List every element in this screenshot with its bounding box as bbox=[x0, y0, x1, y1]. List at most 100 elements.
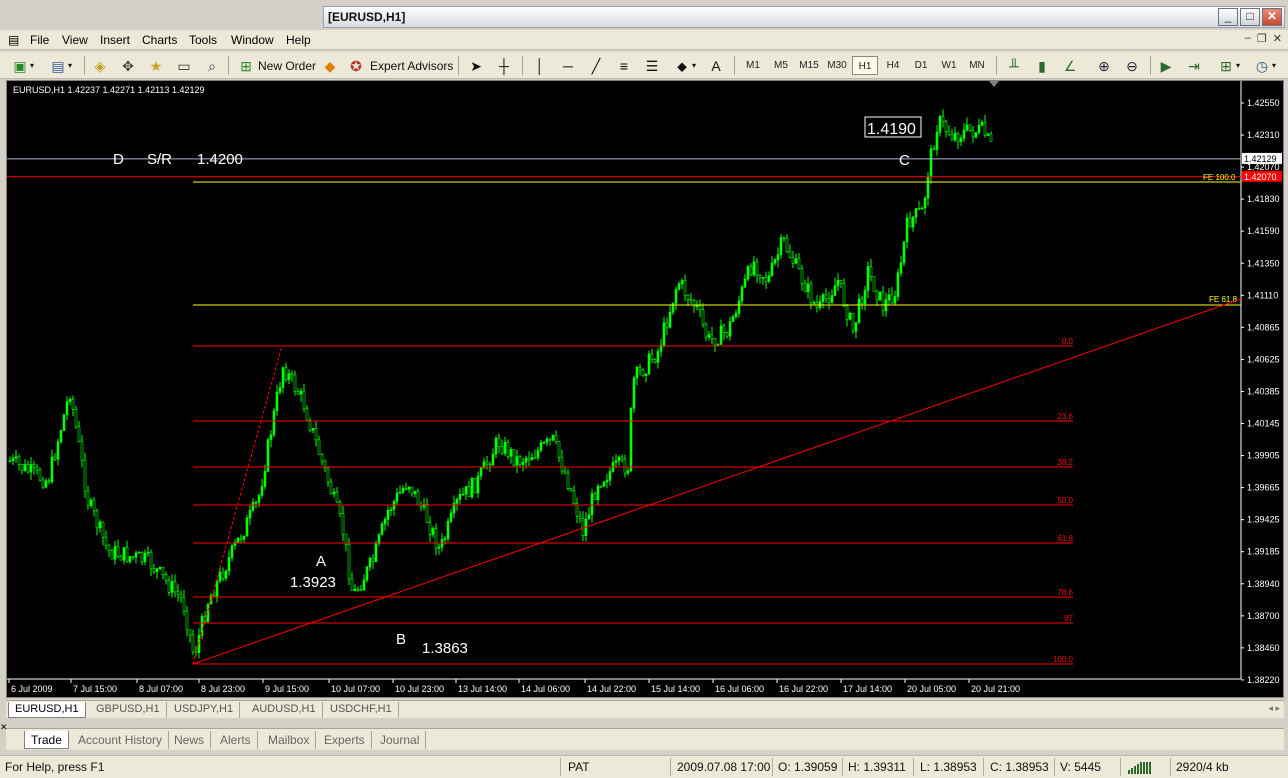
symbol-tab-audusd[interactable]: AUDUSD,H1 bbox=[246, 702, 323, 718]
navigator-icon[interactable]: ✥ bbox=[118, 55, 138, 76]
fibonacci-icon[interactable]: ☰ bbox=[642, 55, 662, 76]
equidistant-channel-icon[interactable]: ≡ bbox=[614, 55, 634, 76]
trendline-icon[interactable]: ╱ bbox=[586, 55, 606, 76]
timeframe-mn[interactable]: MN bbox=[964, 56, 990, 75]
symbol-tab-usdjpy[interactable]: USDJPY,H1 bbox=[168, 702, 241, 718]
time-label: 7 Jul 15:00 bbox=[73, 684, 117, 694]
candle-body bbox=[650, 353, 654, 360]
line-chart-icon[interactable]: ∠ bbox=[1060, 55, 1080, 76]
annotation-b-price: 1.3863 bbox=[422, 640, 468, 657]
cursor-icon[interactable]: ➤ bbox=[466, 55, 486, 76]
price-label: 1.40625 bbox=[1247, 354, 1280, 364]
market-watch-icon[interactable]: ◈ bbox=[90, 55, 110, 76]
chart-shift-marker bbox=[989, 81, 999, 87]
close-button[interactable]: ✕ bbox=[1262, 8, 1282, 26]
profiles-icon[interactable]: ▤ ▾ bbox=[48, 55, 72, 76]
strategy-tester-icon[interactable]: ⌕ bbox=[202, 55, 222, 76]
candle-body bbox=[671, 302, 675, 313]
indicators-icon[interactable]: ⊞ ▾ bbox=[1216, 55, 1240, 76]
terminal-icon[interactable]: ▭ bbox=[174, 55, 194, 76]
tab-mailbox[interactable]: Mailbox bbox=[262, 731, 317, 749]
metaeditor-icon[interactable]: ◆ bbox=[320, 55, 340, 76]
crosshair-icon[interactable]: ┼ bbox=[494, 55, 514, 76]
favorites-icon[interactable]: ★ bbox=[146, 55, 166, 76]
tab-experts[interactable]: Experts bbox=[318, 731, 372, 749]
symbol-tab-eurusd[interactable]: EURUSD,H1 bbox=[8, 702, 86, 718]
main-toolbar: ▣ ▾ ▤ ▾ ◈ ✥ ★ ▭ ⌕ ⊞ New Order ◆ ✪ Expert Adv… bbox=[0, 52, 1288, 79]
candle-body bbox=[275, 391, 279, 411]
candle-body bbox=[500, 446, 504, 454]
mt4-app: [EURUSD,H1] _ □ ✕ ▤ File View Insert Cha… bbox=[0, 0, 1288, 778]
menu-charts[interactable]: Charts bbox=[142, 33, 177, 47]
menu-help[interactable]: Help bbox=[286, 33, 311, 47]
expert-advisors-button[interactable]: ✪ Expert Advisors bbox=[346, 55, 453, 76]
candle-body bbox=[695, 305, 699, 308]
price-chart[interactable]: 1.42550 1.42310 1.42070 1.41830 1.41590 1.413… bbox=[7, 81, 1283, 697]
maximize-button[interactable]: □ bbox=[1240, 8, 1260, 26]
menu-insert[interactable]: Insert bbox=[100, 33, 130, 47]
candle-body bbox=[704, 323, 708, 338]
tab-alerts[interactable]: Alerts bbox=[214, 731, 258, 749]
price-label: 1.38940 bbox=[1247, 579, 1280, 589]
candle-body bbox=[716, 344, 720, 346]
tab-journal[interactable]: Journal bbox=[374, 731, 427, 749]
minimize-button[interactable]: _ bbox=[1218, 8, 1238, 26]
price-label: 1.39425 bbox=[1247, 515, 1280, 525]
tab-news[interactable]: News bbox=[168, 731, 212, 749]
timeframe-m5[interactable]: M5 bbox=[768, 56, 794, 75]
candle-body bbox=[833, 285, 837, 296]
mdi-minimize-icon[interactable]: – bbox=[1245, 32, 1251, 45]
candle-body bbox=[305, 408, 309, 421]
mdi-close-icon[interactable]: ✕ bbox=[1273, 32, 1282, 45]
zoom-in-icon[interactable]: ⊕ bbox=[1094, 55, 1114, 76]
status-traffic: 2920/4 kb bbox=[1176, 760, 1229, 774]
candle-body bbox=[245, 517, 249, 537]
candle-body bbox=[545, 438, 549, 443]
candle-body bbox=[494, 438, 498, 455]
tab-account-history[interactable]: Account History bbox=[72, 731, 170, 749]
timeframe-w1[interactable]: W1 bbox=[936, 56, 962, 75]
candle-body bbox=[950, 134, 954, 141]
candle-body bbox=[851, 312, 855, 332]
periodicity-icon[interactable]: ◷ ▾ bbox=[1252, 55, 1276, 76]
menu-window[interactable]: Window bbox=[231, 33, 274, 47]
text-tool-icon[interactable]: A bbox=[706, 55, 726, 76]
chart-shift-icon[interactable]: ⇥ bbox=[1184, 55, 1204, 76]
candle-body bbox=[230, 545, 234, 558]
vertical-line-icon[interactable]: │ bbox=[530, 55, 550, 76]
app-icon[interactable]: ▤ bbox=[8, 33, 19, 47]
menu-tools[interactable]: Tools bbox=[189, 33, 217, 47]
zoom-out-icon[interactable]: ⊖ bbox=[1122, 55, 1142, 76]
menu-view[interactable]: View bbox=[62, 33, 88, 47]
symbol-tab-usdchf[interactable]: USDCHF,H1 bbox=[324, 702, 399, 718]
menu-file[interactable]: File bbox=[30, 33, 49, 47]
arrows-icon[interactable]: ⬥ ▾ bbox=[672, 55, 696, 76]
candle-body bbox=[296, 391, 300, 395]
timeframe-h4[interactable]: H4 bbox=[880, 56, 906, 75]
timeframe-d1[interactable]: D1 bbox=[908, 56, 934, 75]
candle-body bbox=[173, 581, 177, 593]
candle-body bbox=[536, 450, 540, 458]
connection-bars-icon bbox=[1128, 762, 1151, 774]
tab-scroll-arrows[interactable]: ◂ ▸ bbox=[1268, 703, 1280, 714]
new-order-button[interactable]: ⊞ New Order bbox=[236, 55, 316, 76]
tab-trade[interactable]: Trade bbox=[24, 731, 69, 749]
candlestick-icon[interactable]: ▮ bbox=[1032, 55, 1052, 76]
chart-area[interactable]: 1.42550 1.42310 1.42070 1.41830 1.41590 1.413… bbox=[6, 80, 1284, 698]
auto-scroll-icon[interactable]: ▶ bbox=[1156, 55, 1176, 76]
timeframe-h1[interactable]: H1 bbox=[852, 56, 878, 75]
candle-body bbox=[776, 254, 780, 260]
timeframe-m1[interactable]: M1 bbox=[740, 56, 766, 75]
timeframe-m30[interactable]: M30 bbox=[824, 56, 850, 75]
candle-body bbox=[125, 547, 129, 563]
horizontal-line-icon[interactable]: ─ bbox=[558, 55, 578, 76]
chart-window-titlebar[interactable]: [EURUSD,H1] _ □ ✕ bbox=[323, 6, 1285, 28]
timeframe-m15[interactable]: M15 bbox=[796, 56, 822, 75]
mdi-restore-icon[interactable]: ❐ bbox=[1257, 32, 1267, 45]
candle-body bbox=[758, 274, 762, 279]
new-chart-icon[interactable]: ▣ ▾ bbox=[10, 55, 34, 76]
candle-body bbox=[284, 367, 288, 380]
bar-chart-icon[interactable]: ╨ bbox=[1004, 55, 1024, 76]
symbol-tab-gbpusd[interactable]: GBPUSD,H1 bbox=[90, 702, 167, 718]
overlay-layer: 1.42550 1.42310 1.42070 1.41830 1.41590 1.413… bbox=[7, 81, 1282, 694]
